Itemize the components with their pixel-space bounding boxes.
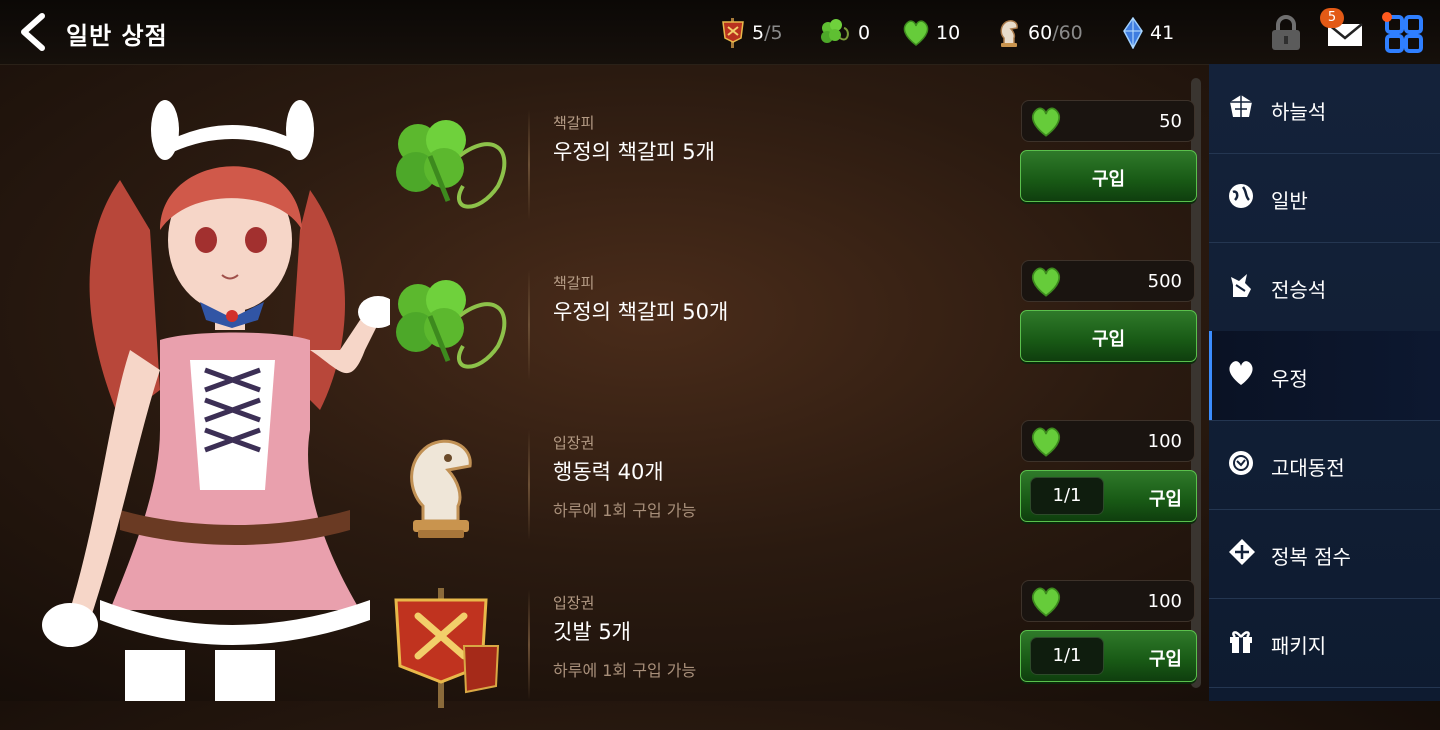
heart-icon [1031,587,1061,617]
item-divider [528,270,530,380]
item-price-value: 500 [1147,271,1182,292]
shop-item: 입장권 행동력 40개 하루에 1회 구입 가능 100 1/1 구입 [370,420,1200,570]
item-divider [528,430,530,540]
page-title: 일반 상점 [66,22,168,50]
ancient-coin-icon [1229,451,1253,475]
shop-category-menu: 하늘석 일반 전승석 우정 고대동전 정복 점수 패키지 [1209,64,1440,701]
shop-item: 책갈피 우정의 책갈피 5개 50 구입 [370,100,1200,250]
menu-item-label: 우정 [1271,367,1308,391]
crystal-icon [1123,17,1143,49]
item-category: 입장권 [553,434,595,452]
shop-item: 책갈피 우정의 책갈피 50개 500 구입 [370,260,1200,410]
purchase-limit-counter: 1/1 [1030,477,1104,515]
heart-icon [903,20,929,46]
buy-button-label: 구입 [1091,329,1126,350]
friendship-bookmark-clover-icon [396,280,507,369]
menu-item-label: 패키지 [1271,634,1327,658]
heart-icon [1229,361,1253,385]
legend-stone-icon [1231,274,1251,297]
globe-icon [1229,184,1253,208]
item-category: 책갈피 [553,114,595,132]
item-divider [528,590,530,700]
buy-button[interactable]: 구입 [1020,150,1197,202]
buy-button[interactable]: 구입 [1020,310,1197,362]
item-price: 100 [1021,580,1195,622]
buy-button-label: 구입 [1091,169,1126,190]
notification-dot [1382,12,1392,22]
menu-item-ancient-coin[interactable]: 고대동전 [1209,420,1440,510]
knight-icon [1000,20,1018,47]
clover-icon [821,19,849,43]
resource-crystal: 41 [1122,17,1175,49]
menu-item-package[interactable]: 패키지 [1209,598,1440,688]
menu-item-label: 고대동전 [1271,456,1345,480]
resource-flag-value: 5 [752,22,765,44]
buy-button[interactable]: 1/1 구입 [1020,470,1197,522]
flag-icon [722,18,744,48]
resource-heart-value: 10 [936,22,961,44]
resource-knight: 60/60 [996,18,1083,48]
item-price: 50 [1021,100,1195,142]
item-price: 500 [1021,260,1195,302]
gift-icon [1230,631,1252,653]
item-note: 하루에 1회 구입 가능 [553,501,697,520]
friendship-bookmark-clover-icon [396,120,507,209]
menu-item-label: 일반 [1271,189,1308,213]
buy-button[interactable]: 1/1 구입 [1020,630,1197,682]
resource-flag: 5/5 [720,18,783,48]
menu-item-label: 정복 점수 [1271,545,1351,569]
heart-icon [1031,267,1061,297]
conquest-icon [1229,539,1255,565]
menu-item-general[interactable]: 일반 [1209,153,1440,243]
menu-item-friendship[interactable]: 우정 [1209,331,1440,421]
sky-stone-icon [1230,95,1252,117]
item-divider [528,110,530,220]
item-note: 하루에 1회 구입 가능 [553,661,697,680]
resource-clover-value: 0 [858,22,871,44]
action-points-knight-icon [410,439,472,538]
item-price-value: 100 [1147,431,1182,452]
back-arrow-icon[interactable] [14,12,54,52]
resource-flag-max: /5 [764,22,783,44]
shopkeeper-character-illustration [42,100,390,701]
resource-crystal-value: 41 [1150,22,1175,44]
resource-heart: 10 [902,18,960,48]
item-price: 100 [1021,420,1195,462]
menu-item-label: 전승석 [1271,278,1327,302]
purchase-limit-counter: 1/1 [1030,637,1104,675]
shop-item: 입장권 깃발 5개 하루에 1회 구입 가능 100 1/1 구입 [370,580,1200,730]
resource-clover: 0 [818,18,870,48]
resource-knight-max: /60 [1052,22,1083,44]
menu-item-conquest[interactable]: 정복 점수 [1209,509,1440,599]
menu-item-sky-stone[interactable]: 하늘석 [1209,64,1440,154]
menu-item-legend-stone[interactable]: 전승석 [1209,242,1440,332]
menu-item-label: 하늘석 [1271,100,1327,124]
item-name: 우정의 책갈피 50개 [553,300,729,324]
lock-icon[interactable] [1266,14,1306,54]
flags-banner-icon [394,588,500,708]
item-name: 깃발 5개 [553,620,631,644]
item-name: 우정의 책갈피 5개 [553,140,715,164]
item-category: 책갈피 [553,274,595,292]
buy-button-label: 구입 [1148,489,1182,510]
item-category: 입장권 [553,594,595,612]
mail-badge: 5 [1320,8,1344,28]
top-bar: 일반 상점 5/5 0 10 60/60 41 5 [0,0,1440,65]
resource-knight-value: 60 [1028,22,1053,44]
heart-icon [1031,107,1061,137]
heart-icon [1031,427,1061,457]
item-name: 행동력 40개 [553,460,664,484]
buy-button-label: 구입 [1148,649,1182,670]
item-price-value: 100 [1147,591,1182,612]
item-price-value: 50 [1159,111,1182,132]
